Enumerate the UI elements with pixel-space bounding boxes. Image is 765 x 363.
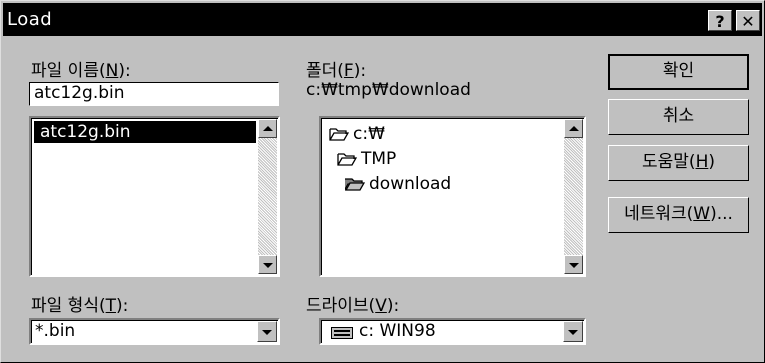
arrow-down-icon [569,263,579,268]
cancel-button[interactable]: 취소 [608,99,749,135]
help-title-button[interactable]: ? [708,10,732,31]
filename-input-value: atc12g.bin [34,83,125,103]
drive-label: 드라이브(V): [306,296,400,316]
folder-tree[interactable]: c:₩ TMP download [319,116,586,277]
network-button[interactable]: 네트워크(W)... [608,197,749,233]
arrow-up-icon [263,126,273,131]
folder-item-label: c:₩ [353,124,385,144]
file-list-item[interactable]: atc12g.bin [34,121,256,143]
filename-label: 파일 이름(N): [31,61,131,81]
folder-item-label: download [369,174,452,194]
chevron-down-icon [262,330,272,335]
filetype-label: 파일 형식(T): [31,296,129,316]
load-dialog: Load ? ✕ 파일 이름(N): atc12g.bin atc12g.bin… [0,0,765,363]
filetype-select[interactable]: *.bin [29,318,280,345]
current-path: c:₩tmp₩download [306,80,471,100]
file-list[interactable]: atc12g.bin [29,116,280,277]
filetype-dropdown-button[interactable] [257,321,277,342]
folder-scroll-down-button[interactable] [564,255,583,274]
folder-scroll-up-button[interactable] [564,119,583,138]
filename-input[interactable]: atc12g.bin [29,82,279,106]
open-folder-icon [329,128,349,141]
file-scroll-down-button[interactable] [258,255,277,274]
drive-dropdown-button[interactable] [563,321,583,342]
filetype-value: *.bin [35,321,76,341]
folder-item-tmp[interactable]: TMP [337,149,487,169]
arrow-down-icon [263,263,273,268]
chevron-down-icon [568,330,578,335]
close-title-button[interactable]: ✕ [736,10,760,31]
open-folder-icon [337,153,357,166]
folder-tree-scrollbar[interactable] [564,119,583,274]
drive-icon [331,327,353,339]
help-button[interactable]: 도움말(H) [608,145,749,181]
folder-item-root[interactable]: c:₩ [329,124,479,144]
folder-label: 폴더(F): [306,61,367,81]
folder-item-label: TMP [361,149,397,169]
arrow-up-icon [569,126,579,131]
drive-select[interactable]: c: WIN98 [319,318,586,345]
file-list-scrollbar[interactable] [258,119,277,274]
drive-value: c: WIN98 [359,321,436,341]
ok-button[interactable]: 확인 [608,54,749,90]
window-title: Load [7,9,53,30]
open-folder-icon [345,178,365,191]
folder-item-download[interactable]: download [345,174,495,194]
title-bar[interactable]: Load ? ✕ [3,3,762,36]
file-scroll-up-button[interactable] [258,119,277,138]
